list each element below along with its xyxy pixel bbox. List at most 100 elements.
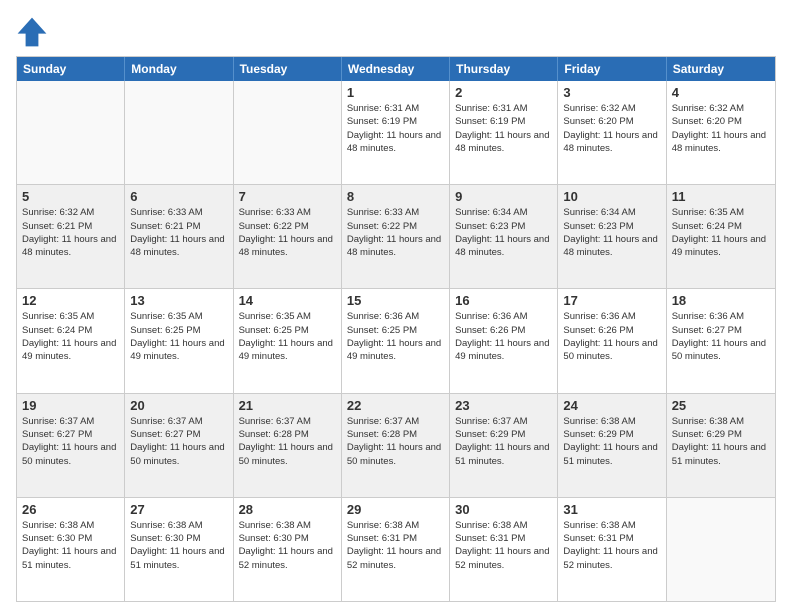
- day-number: 8: [347, 189, 444, 204]
- calendar-cell: [17, 81, 125, 184]
- day-number: 30: [455, 502, 552, 517]
- cell-info: Sunrise: 6:32 AM Sunset: 6:21 PM Dayligh…: [22, 207, 116, 258]
- cell-info: Sunrise: 6:35 AM Sunset: 6:25 PM Dayligh…: [130, 311, 224, 362]
- calendar-cell: 17 Sunrise: 6:36 AM Sunset: 6:26 PM Dayli…: [558, 289, 666, 392]
- day-number: 3: [563, 85, 660, 100]
- calendar-cell: 2 Sunrise: 6:31 AM Sunset: 6:19 PM Daylig…: [450, 81, 558, 184]
- day-number: 11: [672, 189, 770, 204]
- cell-info: Sunrise: 6:33 AM Sunset: 6:21 PM Dayligh…: [130, 207, 224, 258]
- calendar-row: 5 Sunrise: 6:32 AM Sunset: 6:21 PM Daylig…: [17, 184, 775, 288]
- day-number: 20: [130, 398, 227, 413]
- calendar-cell: 18 Sunrise: 6:36 AM Sunset: 6:27 PM Dayli…: [667, 289, 775, 392]
- calendar-cell: 24Sunrise: 6:38 AM Sunset: 6:29 PM Dayli…: [558, 394, 666, 497]
- day-number: 25: [672, 398, 770, 413]
- calendar-day-header: Friday: [558, 57, 666, 81]
- calendar-cell: 29Sunrise: 6:38 AM Sunset: 6:31 PM Dayli…: [342, 498, 450, 601]
- cell-info: Sunrise: 6:36 AM Sunset: 6:26 PM Dayligh…: [455, 311, 549, 362]
- calendar-body: 1 Sunrise: 6:31 AM Sunset: 6:19 PM Daylig…: [17, 81, 775, 601]
- page: SundayMondayTuesdayWednesdayThursdayFrid…: [0, 0, 792, 612]
- cell-info: Sunrise: 6:33 AM Sunset: 6:22 PM Dayligh…: [347, 207, 441, 258]
- cell-info: Sunrise: 6:35 AM Sunset: 6:24 PM Dayligh…: [672, 207, 766, 258]
- calendar-day-header: Monday: [125, 57, 233, 81]
- day-number: 26: [22, 502, 119, 517]
- cell-info: Sunrise: 6:37 AM Sunset: 6:29 PM Dayligh…: [455, 416, 549, 467]
- cell-info: Sunrise: 6:34 AM Sunset: 6:23 PM Dayligh…: [563, 207, 657, 258]
- day-number: 17: [563, 293, 660, 308]
- day-number: 14: [239, 293, 336, 308]
- calendar-day-header: Tuesday: [234, 57, 342, 81]
- calendar-cell: 28Sunrise: 6:38 AM Sunset: 6:30 PM Dayli…: [234, 498, 342, 601]
- day-number: 24: [563, 398, 660, 413]
- logo: [16, 16, 50, 48]
- day-number: 6: [130, 189, 227, 204]
- header: [16, 16, 776, 48]
- calendar-cell: 22 Sunrise: 6:37 AM Sunset: 6:28 PM Dayli…: [342, 394, 450, 497]
- day-number: 5: [22, 189, 119, 204]
- calendar-cell: 25 Sunrise: 6:38 AM Sunset: 6:29 PM Dayli…: [667, 394, 775, 497]
- day-number: 13: [130, 293, 227, 308]
- calendar-row: 12 Sunrise: 6:35 AM Sunset: 6:24 PM Dayli…: [17, 288, 775, 392]
- cell-info: Sunrise: 6:37 AM Sunset: 6:28 PM Dayligh…: [239, 416, 333, 467]
- day-number: 18: [672, 293, 770, 308]
- calendar-day-header: Saturday: [667, 57, 775, 81]
- cell-info: Sunrise: 6:35 AM Sunset: 6:25 PM Dayligh…: [239, 311, 333, 362]
- cell-info: Sunrise: 6:31 AM Sunset: 6:19 PM Dayligh…: [455, 103, 549, 154]
- day-number: 9: [455, 189, 552, 204]
- calendar-cell: 30 Sunrise: 6:38 AM Sunset: 6:31 PM Dayli…: [450, 498, 558, 601]
- day-number: 1: [347, 85, 444, 100]
- day-number: 7: [239, 189, 336, 204]
- logo-icon: [16, 16, 48, 48]
- calendar-cell: 1Sunrise: 6:31 AM Sunset: 6:19 PM Daylig…: [342, 81, 450, 184]
- cell-info: Sunrise: 6:37 AM Sunset: 6:28 PM Dayligh…: [347, 416, 441, 467]
- day-number: 16: [455, 293, 552, 308]
- calendar-row: 1 Sunrise: 6:31 AM Sunset: 6:19 PM Daylig…: [17, 81, 775, 184]
- cell-info: Sunrise: 6:32 AM Sunset: 6:20 PM Dayligh…: [563, 103, 657, 154]
- cell-info: Sunrise: 6:35 AM Sunset: 6:24 PM Dayligh…: [22, 311, 116, 362]
- calendar-cell: 19 Sunrise: 6:37 AM Sunset: 6:27 PM Dayli…: [17, 394, 125, 497]
- day-number: 23: [455, 398, 552, 413]
- calendar-cell: 26 Sunrise: 6:38 AM Sunset: 6:30 PM Dayli…: [17, 498, 125, 601]
- calendar-cell: 10 Sunrise: 6:34 AM Sunset: 6:23 PM Dayli…: [558, 185, 666, 288]
- calendar-cell: 21 Sunrise: 6:37 AM Sunset: 6:28 PM Dayli…: [234, 394, 342, 497]
- calendar-cell: 5 Sunrise: 6:32 AM Sunset: 6:21 PM Daylig…: [17, 185, 125, 288]
- day-number: 15: [347, 293, 444, 308]
- calendar-cell: 11 Sunrise: 6:35 AM Sunset: 6:24 PM Dayli…: [667, 185, 775, 288]
- calendar-header: SundayMondayTuesdayWednesdayThursdayFrid…: [17, 57, 775, 81]
- calendar-cell: [667, 498, 775, 601]
- cell-info: Sunrise: 6:36 AM Sunset: 6:26 PM Dayligh…: [563, 311, 657, 362]
- cell-info: Sunrise: 6:38 AM Sunset: 6:30 PM Dayligh…: [22, 520, 116, 571]
- calendar-cell: 3 Sunrise: 6:32 AM Sunset: 6:20 PM Daylig…: [558, 81, 666, 184]
- cell-info: Sunrise: 6:34 AM Sunset: 6:23 PM Dayligh…: [455, 207, 549, 258]
- day-number: 21: [239, 398, 336, 413]
- cell-info: Sunrise: 6:38 AM Sunset: 6:29 PM Dayligh…: [672, 416, 766, 467]
- calendar-cell: 15 Sunrise: 6:36 AM Sunset: 6:25 PM Dayli…: [342, 289, 450, 392]
- calendar-cell: 27Sunrise: 6:38 AM Sunset: 6:30 PM Dayli…: [125, 498, 233, 601]
- calendar-cell: [234, 81, 342, 184]
- day-number: 27: [130, 502, 227, 517]
- day-number: 10: [563, 189, 660, 204]
- cell-info: Sunrise: 6:37 AM Sunset: 6:27 PM Dayligh…: [22, 416, 116, 467]
- cell-info: Sunrise: 6:36 AM Sunset: 6:27 PM Dayligh…: [672, 311, 766, 362]
- day-number: 19: [22, 398, 119, 413]
- cell-info: Sunrise: 6:33 AM Sunset: 6:22 PM Dayligh…: [239, 207, 333, 258]
- calendar-cell: 13 Sunrise: 6:35 AM Sunset: 6:25 PM Dayli…: [125, 289, 233, 392]
- calendar-day-header: Sunday: [17, 57, 125, 81]
- day-number: 2: [455, 85, 552, 100]
- calendar-cell: 16 Sunrise: 6:36 AM Sunset: 6:26 PM Dayli…: [450, 289, 558, 392]
- calendar-day-header: Wednesday: [342, 57, 450, 81]
- day-number: 12: [22, 293, 119, 308]
- day-number: 4: [672, 85, 770, 100]
- calendar-cell: [125, 81, 233, 184]
- cell-info: Sunrise: 6:32 AM Sunset: 6:20 PM Dayligh…: [672, 103, 766, 154]
- calendar-cell: 9 Sunrise: 6:34 AM Sunset: 6:23 PM Daylig…: [450, 185, 558, 288]
- day-number: 28: [239, 502, 336, 517]
- day-number: 22: [347, 398, 444, 413]
- calendar-cell: 8 Sunrise: 6:33 AM Sunset: 6:22 PM Daylig…: [342, 185, 450, 288]
- calendar-row: 19 Sunrise: 6:37 AM Sunset: 6:27 PM Dayli…: [17, 393, 775, 497]
- cell-info: Sunrise: 6:38 AM Sunset: 6:31 PM Dayligh…: [563, 520, 657, 571]
- calendar: SundayMondayTuesdayWednesdayThursdayFrid…: [16, 56, 776, 602]
- cell-info: Sunrise: 6:38 AM Sunset: 6:31 PM Dayligh…: [455, 520, 549, 571]
- calendar-day-header: Thursday: [450, 57, 558, 81]
- day-number: 31: [563, 502, 660, 517]
- cell-info: Sunrise: 6:36 AM Sunset: 6:25 PM Dayligh…: [347, 311, 441, 362]
